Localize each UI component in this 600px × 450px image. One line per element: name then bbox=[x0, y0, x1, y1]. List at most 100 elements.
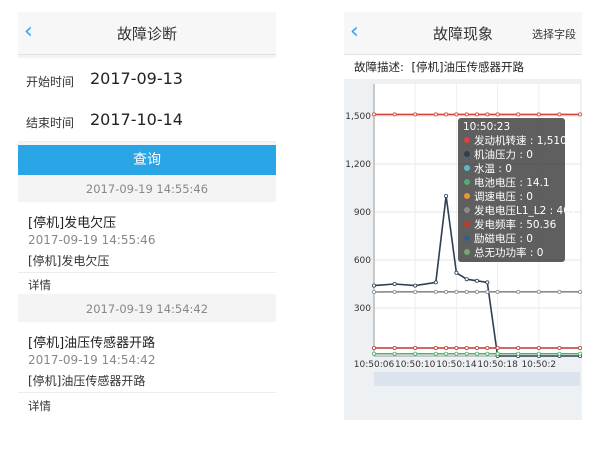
data-point bbox=[454, 270, 459, 275]
data-point bbox=[516, 345, 521, 350]
data-point bbox=[371, 112, 376, 117]
tooltip-time: 10:50:23 bbox=[463, 121, 510, 133]
navbar: ‹ 故障诊断 bbox=[18, 12, 276, 55]
legend-dot bbox=[464, 207, 470, 213]
data-point bbox=[392, 112, 397, 117]
data-point bbox=[516, 112, 521, 117]
data-point bbox=[413, 289, 418, 294]
data-point bbox=[413, 351, 418, 356]
data-point bbox=[577, 351, 582, 356]
data-point bbox=[577, 112, 582, 117]
data-point bbox=[495, 112, 500, 117]
data-point bbox=[454, 112, 459, 117]
legend-dot bbox=[464, 221, 470, 227]
tooltip-row: 发动机转速 : 1,510.6 bbox=[474, 134, 577, 147]
fault-card[interactable]: [停机]发电欠压 2017-09-19 14:55:46 [停机]发电欠压 详情 bbox=[18, 202, 276, 294]
data-point bbox=[464, 345, 469, 350]
data-point bbox=[474, 289, 479, 294]
data-point bbox=[371, 351, 376, 356]
data-point bbox=[444, 351, 449, 356]
fault-desc: [停机]发电欠压 bbox=[28, 254, 110, 268]
data-point bbox=[536, 351, 541, 356]
data-point bbox=[557, 289, 562, 294]
data-point bbox=[464, 351, 469, 356]
data-point bbox=[577, 289, 582, 294]
tooltip-row: 发电电压L1_L2 : 401 bbox=[474, 204, 577, 217]
start-time-value[interactable]: 2017-09-13 bbox=[90, 69, 183, 88]
navbar: ‹ 故障现象 选择字段 bbox=[344, 12, 582, 55]
data-point bbox=[474, 278, 479, 283]
chart-tooltip: 10:50:23发动机转速 : 1,510.6机油压力 : 0 水温 : 0电池电… bbox=[458, 118, 577, 262]
data-point bbox=[464, 277, 469, 282]
data-point bbox=[413, 345, 418, 350]
detail-link[interactable]: 详情 bbox=[28, 398, 51, 414]
end-time-label: 结束时间 bbox=[26, 116, 75, 130]
data-point bbox=[577, 345, 582, 350]
tooltip-row: 电池电压 : 14.1 bbox=[474, 176, 550, 189]
fault-title: [停机]油压传感器开路 bbox=[28, 336, 156, 351]
fault-card[interactable]: [停机]油压传感器开路 2017-09-19 14:54:42 [停机]油压传感… bbox=[18, 322, 276, 420]
data-point bbox=[444, 345, 449, 350]
data-point bbox=[495, 345, 500, 350]
legend-dot bbox=[464, 235, 470, 241]
y-tick-label: 1,200 bbox=[345, 160, 371, 170]
fault-description-label: 故障描述: bbox=[354, 60, 404, 74]
fault-description-value: [停机]油压传感器开路 bbox=[411, 60, 525, 74]
data-point bbox=[485, 351, 490, 356]
legend-dot bbox=[464, 165, 470, 171]
tooltip-row: 调速电压 : 0 bbox=[474, 190, 533, 203]
divider bbox=[18, 392, 276, 393]
legend-dot bbox=[464, 179, 470, 185]
data-point bbox=[516, 289, 521, 294]
fault-desc: [停机]油压传感器开路 bbox=[28, 374, 146, 388]
legend-dot bbox=[464, 151, 470, 157]
data-point bbox=[392, 281, 397, 286]
legend-dot bbox=[464, 249, 470, 255]
legend-dot bbox=[464, 193, 470, 199]
detail-link[interactable]: 详情 bbox=[28, 277, 51, 293]
end-time-value[interactable]: 2017-10-14 bbox=[90, 110, 183, 129]
data-point bbox=[516, 351, 521, 356]
data-point bbox=[464, 112, 469, 117]
data-point bbox=[392, 351, 397, 356]
data-point bbox=[485, 289, 490, 294]
data-point bbox=[454, 289, 459, 294]
data-point bbox=[371, 289, 376, 294]
tooltip-row: 机油压力 : 0 bbox=[474, 148, 533, 161]
data-point bbox=[444, 194, 449, 199]
y-axis: 3006009001,2001,5001,800 bbox=[345, 84, 375, 356]
tooltip-row: 励磁电压 : 0 bbox=[474, 232, 533, 245]
x-tick-label: 10:50:06 bbox=[354, 360, 395, 370]
data-point bbox=[392, 345, 397, 350]
data-point bbox=[413, 283, 418, 288]
data-point bbox=[495, 289, 500, 294]
record-timestamp: 2017-09-19 14:54:42 bbox=[85, 302, 209, 316]
query-button[interactable]: 查询 bbox=[18, 145, 276, 175]
y-tick-label: 600 bbox=[354, 256, 371, 266]
zoom-slider[interactable] bbox=[374, 372, 580, 386]
x-axis: 10:50:06 10:50:10 10:50:14 10:50:18 10:50:2 bbox=[354, 355, 580, 386]
data-point bbox=[433, 289, 438, 294]
line-chart[interactable]: 3006009001,2001,5001,800 10:50:0610:50:1… bbox=[344, 80, 582, 420]
data-point bbox=[557, 345, 562, 350]
end-time-row[interactable]: 结束时间 2017-10-14 bbox=[18, 99, 276, 142]
data-point bbox=[444, 289, 449, 294]
select-fields-button[interactable]: 选择字段 bbox=[532, 26, 576, 42]
data-point bbox=[474, 112, 479, 117]
data-point bbox=[433, 351, 438, 356]
data-point bbox=[392, 289, 397, 294]
start-time-row[interactable]: 开始时间 2017-09-13 bbox=[18, 58, 276, 101]
data-point bbox=[433, 280, 438, 285]
data-point bbox=[485, 280, 490, 285]
legend-dot bbox=[464, 137, 470, 143]
data-point bbox=[474, 345, 479, 350]
data-point bbox=[485, 345, 490, 350]
data-point bbox=[371, 345, 376, 350]
record-timestamp: 2017-09-19 14:55:46 bbox=[85, 182, 209, 196]
data-point bbox=[557, 351, 562, 356]
data-point bbox=[536, 289, 541, 294]
data-point bbox=[454, 351, 459, 356]
data-point bbox=[371, 283, 376, 288]
data-point bbox=[557, 112, 562, 117]
tooltip-row: 发电频率 : 50.36 bbox=[474, 218, 557, 231]
